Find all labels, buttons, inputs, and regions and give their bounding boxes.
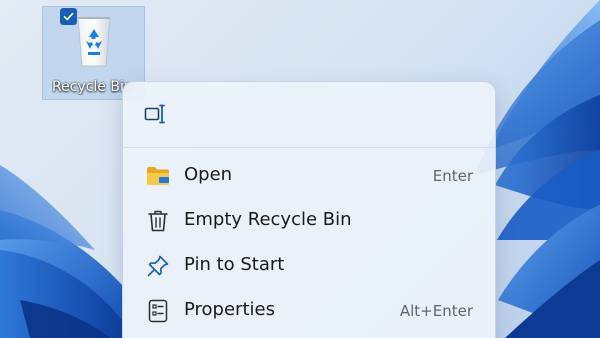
recycle-bin-icon [77, 17, 111, 67]
menu-item-empty-recycle-bin[interactable]: Empty Recycle Bin [129, 200, 489, 242]
properties-icon [146, 299, 170, 323]
rename-button[interactable] [139, 98, 171, 130]
menu-item-open[interactable]: Open Enter [129, 155, 489, 197]
context-menu-toolbar [123, 82, 495, 146]
menu-item-shortcut: Alt+Enter [399, 302, 473, 320]
menu-item-pin-to-start[interactable]: Pin to Start [129, 245, 489, 287]
menu-separator [123, 147, 495, 148]
menu-item-label: Properties [184, 299, 275, 320]
menu-item-properties[interactable]: Properties Alt+Enter [129, 290, 489, 332]
menu-item-label: Open [184, 164, 233, 185]
rename-icon [144, 104, 165, 124]
desktop[interactable]: Recycle Bin Open Enter Empty Recycle Bin… [0, 0, 600, 338]
menu-item-label: Empty Recycle Bin [184, 209, 352, 230]
menu-item-label: Pin to Start [184, 254, 285, 275]
trash-icon [146, 209, 170, 233]
context-menu: Open Enter Empty Recycle Bin Pin to Star… [122, 81, 496, 338]
pin-icon [146, 254, 170, 278]
folder-icon [146, 164, 170, 188]
menu-item-shortcut: Enter [432, 167, 473, 185]
